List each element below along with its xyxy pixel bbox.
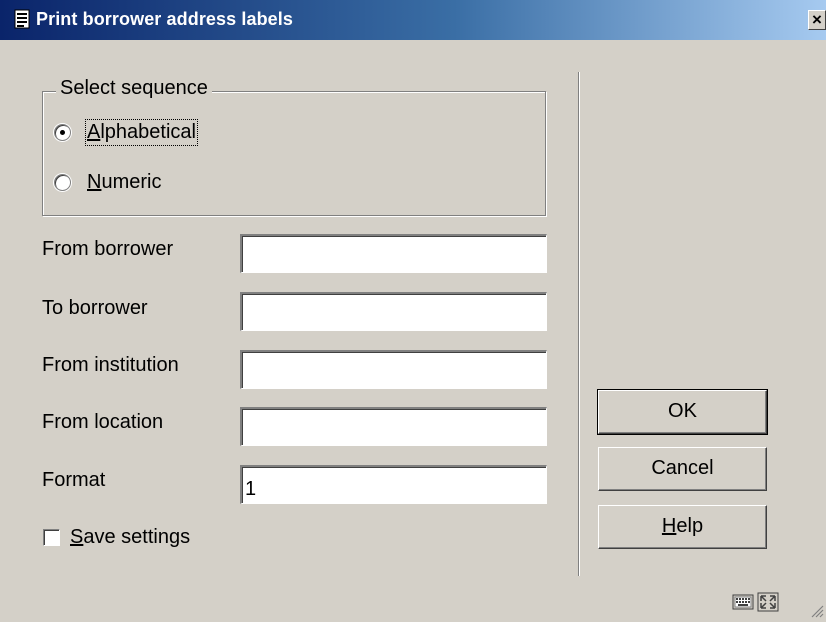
from-borrower-input[interactable] <box>240 234 547 273</box>
from-location-label: From location <box>42 411 164 433</box>
from-location-input[interactable] <box>240 407 547 446</box>
ok-button[interactable]: OK <box>597 389 768 435</box>
to-borrower-input[interactable] <box>240 292 547 331</box>
radio-selected-dot <box>60 130 65 135</box>
format-input[interactable] <box>240 465 547 504</box>
document-list-icon <box>14 9 30 29</box>
alphabetical-label[interactable]: Alphabetical <box>85 119 198 146</box>
vertical-divider <box>578 72 580 576</box>
sequence-legend: Select sequence <box>56 77 212 100</box>
to-borrower-label: To borrower <box>42 297 148 319</box>
sequence-group <box>42 91 546 216</box>
window-title: Print borrower address labels <box>36 9 293 29</box>
help-button[interactable]: Help <box>598 505 767 549</box>
cancel-button[interactable]: Cancel <box>598 447 767 491</box>
close-button[interactable]: × <box>808 10 826 30</box>
size-grip-icon[interactable] <box>810 604 824 618</box>
numeric-radio[interactable] <box>54 174 71 191</box>
alphabetical-radio[interactable] <box>54 124 71 141</box>
save-settings-label[interactable]: Save settings <box>70 526 190 549</box>
from-institution-input[interactable] <box>240 350 547 389</box>
resize-icon[interactable] <box>757 592 779 612</box>
keyboard-icon[interactable] <box>732 592 754 612</box>
from-borrower-label: From borrower <box>42 238 174 260</box>
close-icon: × <box>812 10 822 29</box>
format-label: Format <box>42 469 106 491</box>
numeric-label[interactable]: Numeric <box>87 171 161 194</box>
from-institution-label: From institution <box>42 354 179 376</box>
save-settings-checkbox[interactable] <box>43 529 60 546</box>
title-bar: Print borrower address labels × <box>0 0 826 40</box>
